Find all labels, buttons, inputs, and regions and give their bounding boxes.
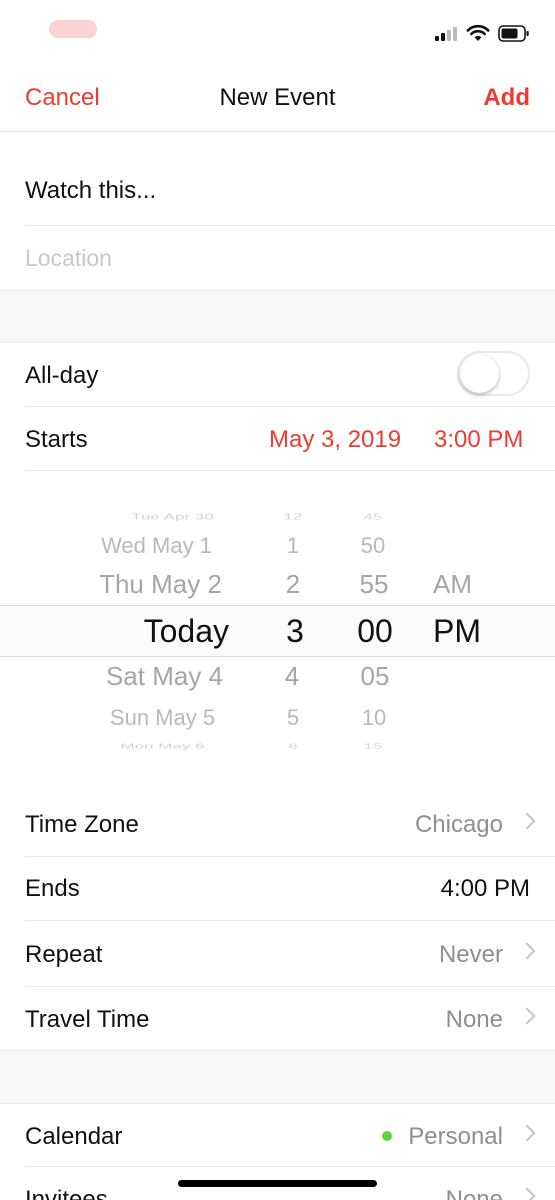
battery-icon [498,25,529,42]
page-title: New Event [219,84,336,111]
picker-day-item-selected[interactable]: Today [112,613,257,650]
picker-minute-item[interactable]: 15 [343,742,403,751]
chevron-right-icon [521,943,532,961]
repeat-label: Repeat [25,941,103,968]
travel-time-value[interactable]: None [446,1006,503,1034]
calendar-color-dot [382,1131,392,1141]
toggle-knob [460,354,499,393]
picker-meridiem-item[interactable]: AM [433,569,483,600]
chevron-right-icon [521,1008,532,1026]
chevron-right-icon [521,813,532,831]
home-indicator[interactable] [178,1180,377,1187]
picker-minute-item[interactable]: 55 [344,569,404,600]
status-bar [0,0,555,60]
picker-meridiem-item-selected[interactable]: PM [433,613,493,650]
event-title-field[interactable]: Watch this... [25,177,156,205]
ends-label: Ends [25,875,80,902]
calendar-value[interactable]: Personal [408,1123,503,1151]
navigation-bar: Cancel New Event Add [0,60,555,132]
location-field[interactable]: Location [25,245,112,272]
divider [25,856,555,857]
picker-minute-item[interactable]: 45 [343,512,403,522]
invitees-value[interactable]: None [446,1186,503,1200]
recording-indicator [49,20,97,38]
picker-minute-item[interactable]: 10 [344,705,404,731]
starts-time[interactable]: 3:00 PM [434,426,523,454]
time-zone-value[interactable]: Chicago [415,811,503,839]
picker-minute-item[interactable]: 50 [343,533,403,559]
divider [25,406,555,407]
repeat-value[interactable]: Never [439,941,503,969]
time-zone-label: Time Zone [25,811,139,838]
picker-day-item[interactable]: Mon May 6 [90,742,235,751]
travel-time-label: Travel Time [25,1006,150,1033]
divider [25,986,555,987]
picker-minute-item-selected[interactable]: 00 [345,613,405,650]
all-day-label: All-day [25,362,99,389]
ends-value[interactable]: 4:00 PM [441,875,530,903]
all-day-toggle[interactable] [457,351,530,396]
picker-hour-item[interactable]: 1 [268,533,318,559]
picker-hour-item[interactable]: 12 [268,512,318,522]
starts-date[interactable]: May 3, 2019 [269,426,401,454]
picker-hour-item[interactable]: 5 [268,705,318,731]
date-time-picker[interactable]: Tue Apr 30 Wed May 1 Thu May 2 Today Sat… [0,500,555,750]
picker-hour-item[interactable]: 2 [268,569,318,600]
divider [25,225,555,226]
picker-day-item[interactable]: Tue Apr 30 [100,512,245,522]
calendar-label: Calendar [25,1123,123,1150]
picker-day-item[interactable]: Thu May 2 [88,569,233,600]
picker-minute-item[interactable]: 05 [345,661,405,692]
picker-day-item[interactable]: Sun May 5 [90,705,235,731]
chevron-right-icon [521,1188,532,1200]
divider [25,920,555,921]
picker-day-item[interactable]: Sat May 4 [92,661,237,692]
invitees-label: Invitees [25,1186,108,1200]
add-button[interactable]: Add [483,84,530,112]
cellular-signal-icon [435,27,461,41]
picker-hour-item[interactable]: 4 [267,661,317,692]
picker-hour-item-selected[interactable]: 3 [270,613,320,650]
picker-day-item[interactable]: Wed May 1 [84,533,229,559]
divider [25,1166,555,1167]
starts-label: Starts [25,426,88,453]
divider [25,470,555,471]
picker-hour-item[interactable]: 6 [268,742,318,751]
wifi-icon [466,24,490,41]
chevron-right-icon [521,1125,532,1143]
